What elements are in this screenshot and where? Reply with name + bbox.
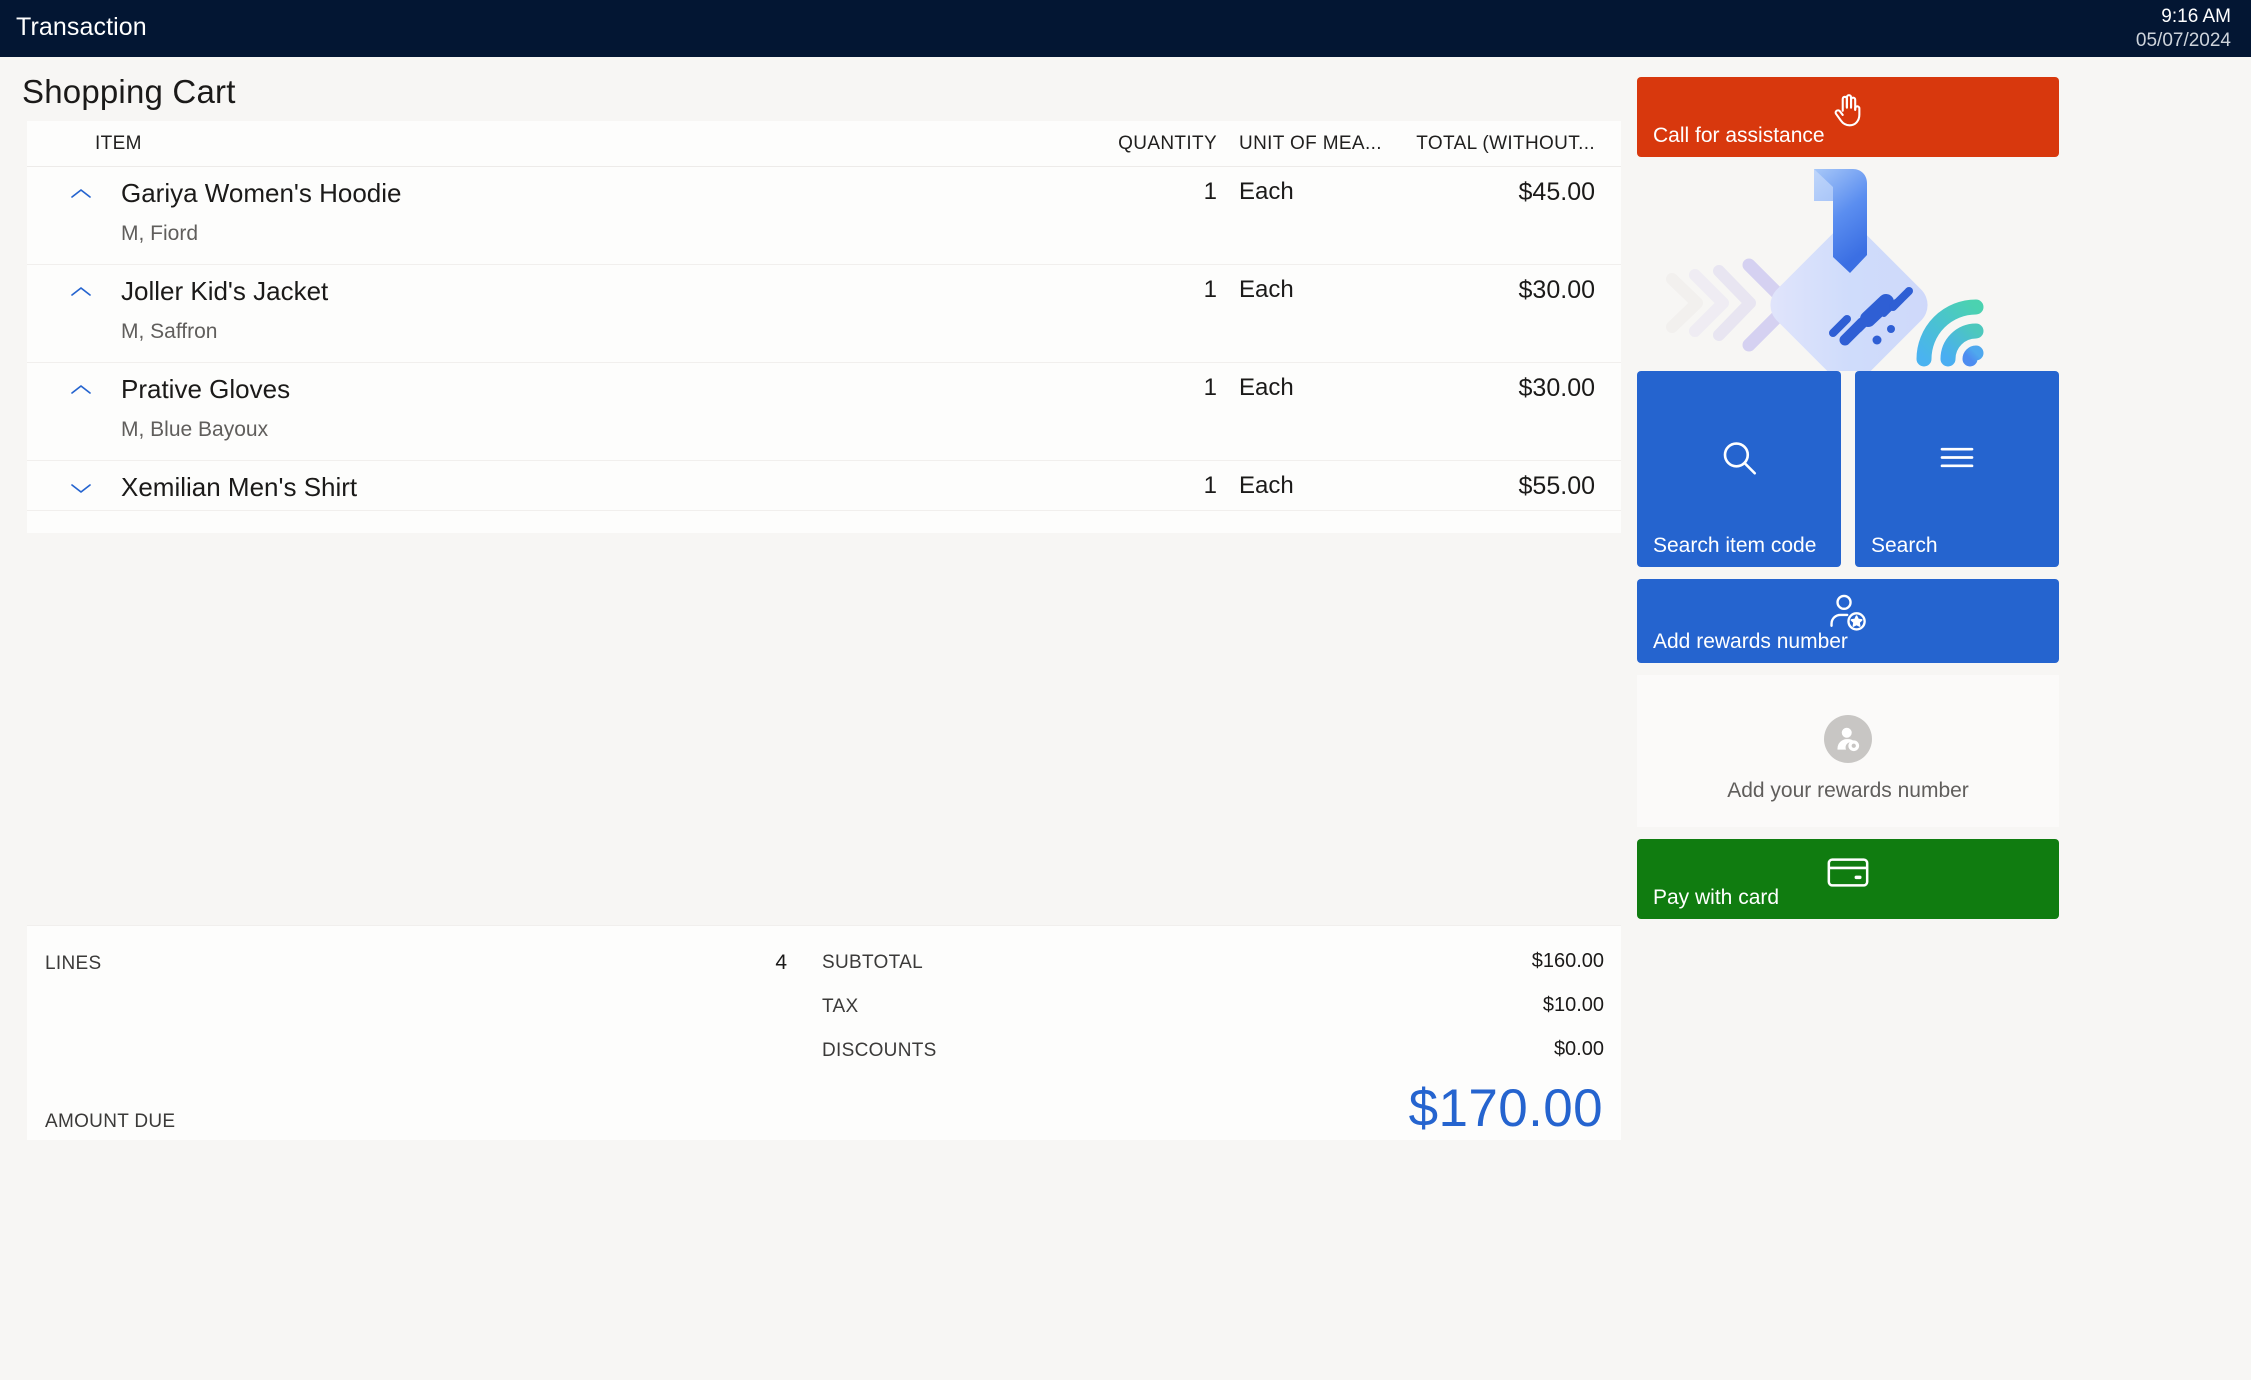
lines-label: LINES	[45, 953, 102, 974]
clock-time: 9:16 AM	[2161, 6, 2231, 27]
cart-item-name: Prative Gloves	[121, 374, 291, 404]
chevron-down-icon[interactable]	[68, 480, 94, 496]
call-for-assistance-label: Call for assistance	[1653, 124, 1825, 147]
column-header-item: ITEM	[95, 133, 142, 154]
search-button-row: Search item code Search	[1637, 371, 2059, 567]
totals-row-discounts: DISCOUNTS $0.00	[822, 1036, 1604, 1080]
cart-item-variant: M, Fiord	[121, 222, 199, 245]
person-star-icon	[1827, 594, 1869, 635]
totals-row-subtotal: SUBTOTAL $160.00	[822, 948, 1604, 992]
cart-item-total: $30.00	[1518, 276, 1595, 304]
search-label: Search	[1871, 534, 1938, 557]
rewards-placeholder-hint: Add your rewards number	[1727, 779, 1969, 802]
cart-item-name: Xemilian Men's Shirt	[121, 472, 358, 502]
magnifier-icon	[1718, 437, 1760, 482]
discounts-label: DISCOUNTS	[822, 1040, 937, 1061]
tax-label: TAX	[822, 996, 859, 1017]
hamburger-menu-icon	[1936, 443, 1978, 476]
call-for-assistance-button[interactable]: Call for assistance	[1637, 77, 2059, 157]
cart-item-name: Gariya Women's Hoodie	[121, 178, 402, 208]
column-header-quantity: QUANTITY	[1118, 133, 1217, 154]
shopping-cart-panel: ITEM QUANTITY UNIT OF MEA... TOTAL (WITH…	[27, 121, 1621, 533]
chevron-up-icon[interactable]	[68, 382, 94, 398]
contactless-tap-to-pay-illustration	[1637, 157, 2059, 371]
cart-item-unit-of-measure: Each	[1239, 276, 1294, 303]
cart-item-quantity: 1	[1203, 472, 1217, 499]
cart-line-list: Gariya Women's Hoodie M, Fiord 1 Each $45.00…	[27, 167, 1621, 511]
subtotal-value: $160.00	[1531, 950, 1604, 972]
subtotal-label: SUBTOTAL	[822, 952, 923, 973]
cart-item-name: Joller Kid's Jacket	[121, 276, 329, 306]
totals-panel: LINES 4 AMOUNT DUE SUBTOTAL $160.00 TAX …	[27, 925, 1621, 1140]
search-item-code-button[interactable]: Search item code	[1637, 371, 1841, 567]
pay-with-card-label: Pay with card	[1653, 886, 1780, 909]
discounts-value: $0.00	[1553, 1038, 1604, 1060]
page-title: Shopping Cart	[22, 73, 236, 110]
action-rail: Call for assistance Search item code Sea…	[1637, 77, 2059, 919]
cart-item-quantity: 1	[1203, 178, 1217, 205]
table-row[interactable]: Prative Gloves M, Blue Bayoux 1 Each $30.00	[27, 363, 1621, 461]
chevron-up-icon[interactable]	[68, 284, 94, 300]
credit-card-icon	[1826, 856, 1870, 893]
cart-item-total: $55.00	[1518, 472, 1595, 500]
cart-item-total: $45.00	[1518, 178, 1595, 206]
rewards-placeholder-panel[interactable]: Add your rewards number	[1637, 675, 2059, 827]
cart-item-total: $30.00	[1518, 374, 1595, 402]
table-row[interactable]: Joller Kid's Jacket M, Saffron 1 Each $30.00	[27, 265, 1621, 363]
cart-item-unit-of-measure: Each	[1239, 374, 1294, 401]
cart-item-quantity: 1	[1203, 276, 1217, 303]
app-title: Transaction	[16, 13, 147, 41]
clock-date: 05/07/2024	[2135, 29, 2231, 51]
table-row[interactable]: Gariya Women's Hoodie M, Fiord 1 Each $45.00	[27, 167, 1621, 265]
amount-due-label: AMOUNT DUE	[45, 1111, 176, 1132]
lines-value: 4	[775, 951, 787, 974]
amount-due-value: $170.00	[1408, 1079, 1603, 1138]
tax-value: $10.00	[1542, 994, 1604, 1016]
cart-item-variant: M, Blue Bayoux	[121, 418, 269, 441]
totals-row-tax: TAX $10.00	[822, 992, 1604, 1036]
cart-item-variant: M, Saffron	[121, 320, 218, 343]
totals-breakdown: SUBTOTAL $160.00 TAX $10.00 DISCOUNTS $0…	[822, 948, 1604, 1080]
chevron-up-icon[interactable]	[68, 186, 94, 202]
clock: 9:16 AM 05/07/2024	[2136, 5, 2231, 53]
cart-item-unit-of-measure: Each	[1239, 178, 1294, 205]
column-header-total: TOTAL (WITHOUT...	[1416, 133, 1595, 154]
cart-item-quantity: 1	[1203, 374, 1217, 401]
person-badge-icon	[1824, 715, 1872, 763]
add-rewards-number-label: Add rewards number	[1653, 630, 1848, 653]
pay-with-card-button[interactable]: Pay with card	[1637, 839, 2059, 919]
add-rewards-number-button[interactable]: Add rewards number	[1637, 579, 2059, 663]
cart-column-headers: ITEM QUANTITY UNIT OF MEA... TOTAL (WITH…	[27, 121, 1621, 167]
app-top-bar: Transaction 9:16 AM 05/07/2024	[0, 0, 2251, 57]
search-button[interactable]: Search	[1855, 371, 2059, 567]
table-row[interactable]: Xemilian Men's Shirt 1 Each $55.00	[27, 461, 1621, 511]
cart-item-unit-of-measure: Each	[1239, 472, 1294, 499]
raised-hand-icon	[1831, 93, 1865, 132]
search-item-code-label: Search item code	[1653, 534, 1817, 557]
